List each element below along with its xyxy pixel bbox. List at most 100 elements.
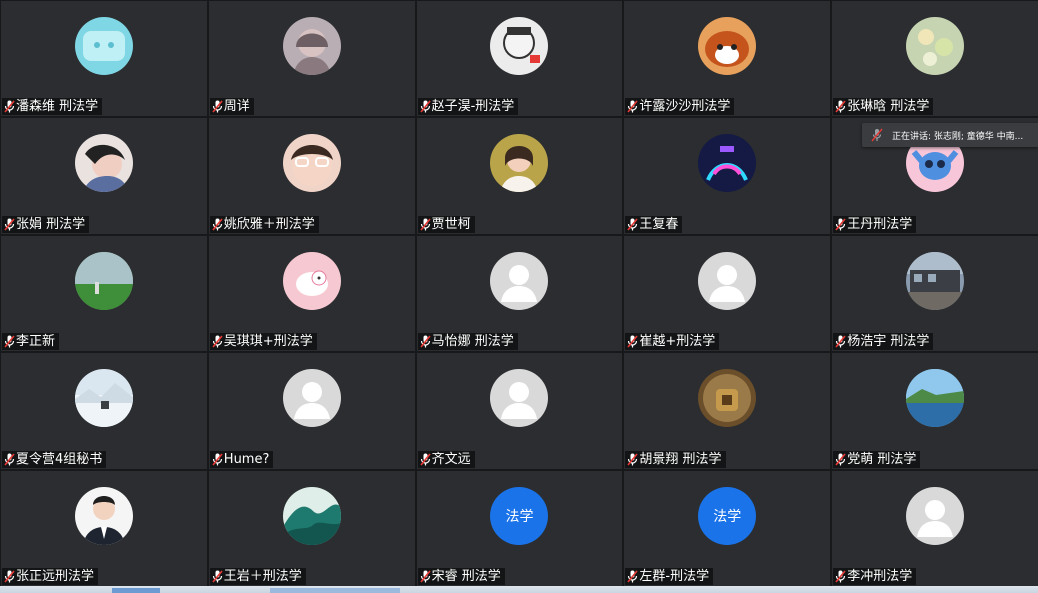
avatar (906, 369, 965, 428)
mic-muted-icon (4, 453, 15, 466)
participant-tile[interactable]: 吴琪琪+刑法学 (208, 235, 415, 352)
participant-name-label: 姚欣雅＋刑法学 (209, 215, 319, 233)
avatar (698, 17, 757, 75)
avatar (282, 17, 341, 75)
avatar (490, 17, 549, 75)
mic-muted-icon (419, 335, 431, 348)
taskbar (0, 586, 1038, 593)
speaking-indicator: 正在讲话: 张志刚; 童德华 中南... (862, 123, 1038, 147)
participant-tile[interactable]: 马怡娜 刑法学 (416, 235, 623, 352)
participant-name-label: 赵子淏-刑法学 (417, 98, 519, 116)
participant-tile[interactable]: 党萌 刑法学 (832, 353, 1038, 469)
participant-name: 王复春 (639, 216, 679, 232)
default-avatar-icon (282, 369, 341, 428)
participant-tile[interactable]: Hume? (208, 353, 415, 469)
participant-tile[interactable]: 法学宋睿 刑法学 (416, 470, 623, 586)
participant-name: 杨浩宇 刑法学 (847, 334, 930, 350)
participant-name-label: 张琳晗 刑法学 (833, 98, 934, 116)
participant-name: Hume? (223, 451, 270, 467)
participant-tile[interactable]: 潘森维 刑法学 (1, 1, 207, 117)
avatar (490, 134, 549, 193)
participant-name: 王岩＋刑法学 (223, 569, 302, 584)
mic-muted-icon (627, 218, 639, 231)
participant-name-label: 左群-刑法学 (625, 568, 714, 585)
speaking-text: 正在讲话: 张志刚; 童德华 中南... (892, 131, 1024, 142)
participant-name: 吴琪琪+刑法学 (223, 334, 313, 350)
participant-tile[interactable]: 贾世柯 (416, 118, 623, 234)
participant-tile[interactable]: 王复春 (624, 118, 831, 234)
mic-muted-icon (4, 335, 15, 348)
avatar (74, 251, 133, 310)
mic-muted-icon (212, 218, 223, 231)
mic-muted-icon (419, 570, 431, 583)
mic-muted-icon (419, 100, 431, 113)
participant-name: 左群-刑法学 (639, 569, 710, 584)
participant-name: 齐文远 (431, 451, 471, 467)
participant-name-label: 李冲刑法学 (833, 568, 917, 585)
participant-tile[interactable]: 许露沙沙刑法学 (624, 1, 831, 117)
mic-muted-icon (835, 335, 846, 348)
mic-muted-icon (4, 570, 15, 583)
mic-muted-icon (419, 218, 431, 231)
participant-tile[interactable]: 法学左群-刑法学 (624, 470, 831, 586)
participant-tile[interactable]: 李冲刑法学 (832, 470, 1038, 586)
default-avatar-icon (906, 486, 965, 545)
mic-muted-icon (212, 100, 223, 113)
avatar (698, 134, 757, 193)
avatar (74, 369, 133, 428)
participant-name: 马怡娜 刑法学 (431, 334, 514, 350)
participant-tile[interactable]: 李正新 (1, 235, 207, 352)
participant-name: 李冲刑法学 (847, 569, 913, 584)
participant-tile[interactable]: 姚欣雅＋刑法学 (208, 118, 415, 234)
avatar (74, 486, 133, 545)
avatar (906, 251, 965, 310)
avatar (74, 134, 133, 193)
participant-name-label: Hume? (209, 450, 274, 468)
mic-muted-icon (835, 100, 846, 113)
participant-name-label: 李正新 (2, 333, 60, 351)
default-avatar-icon (490, 251, 549, 310)
participant-name: 许露沙沙刑法学 (639, 99, 731, 115)
participant-tile[interactable]: 胡景翔 刑法学 (624, 353, 831, 469)
default-avatar-icon (490, 369, 549, 428)
participant-tile[interactable]: 杨浩宇 刑法学 (832, 235, 1038, 352)
participant-name-label: 杨浩宇 刑法学 (833, 333, 934, 351)
avatar (74, 17, 133, 75)
avatar: 法学 (490, 486, 549, 545)
mic-muted-icon (835, 570, 846, 583)
participant-name-label: 张正远刑法学 (2, 568, 99, 585)
participant-name-label: 党萌 刑法学 (833, 450, 921, 468)
video-grid: 潘森维 刑法学 周详 赵子淏-刑法学 许露沙沙刑法学 张琳晗 刑法学张娟 刑法学 姚欣雅＋… (0, 0, 1038, 586)
default-avatar-icon (698, 251, 757, 310)
participant-name: 宋睿 刑法学 (431, 569, 501, 584)
avatar (282, 251, 341, 310)
participant-tile[interactable]: 赵子淏-刑法学 (416, 1, 623, 117)
participant-name-label: 许露沙沙刑法学 (625, 98, 735, 116)
participant-name-label: 王复春 (625, 215, 683, 233)
avatar (698, 369, 757, 428)
participant-tile[interactable]: 张琳晗 刑法学 (832, 1, 1038, 117)
mic-muted-icon (835, 218, 846, 231)
participant-name-label: 胡景翔 刑法学 (625, 450, 726, 468)
avatar: 法学 (698, 486, 757, 545)
mic-muted-icon (419, 453, 431, 466)
mic-muted-icon (835, 453, 846, 466)
avatar (906, 17, 965, 75)
participant-tile[interactable]: 王岩＋刑法学 (208, 470, 415, 586)
participant-name-label: 潘森维 刑法学 (2, 98, 103, 116)
participant-tile[interactable]: 夏令营4组秘书 (1, 353, 207, 469)
participant-name: 张琳晗 刑法学 (847, 99, 930, 115)
participant-name: 潘森维 刑法学 (16, 99, 99, 115)
mic-muted-icon (212, 453, 223, 466)
participant-tile[interactable]: 崔越+刑法学 (624, 235, 831, 352)
participant-name: 夏令营4组秘书 (16, 451, 103, 467)
participant-tile[interactable]: 齐文远 (416, 353, 623, 469)
participant-tile[interactable]: 张正远刑法学 (1, 470, 207, 586)
mic-muted-icon (627, 335, 639, 348)
participant-name: 贾世柯 (431, 216, 471, 232)
participant-name: 党萌 刑法学 (847, 451, 917, 467)
participant-tile[interactable]: 张娟 刑法学 (1, 118, 207, 234)
participant-tile[interactable]: 周详 (208, 1, 415, 117)
participant-name-label: 王岩＋刑法学 (209, 568, 306, 585)
avatar (282, 486, 341, 545)
